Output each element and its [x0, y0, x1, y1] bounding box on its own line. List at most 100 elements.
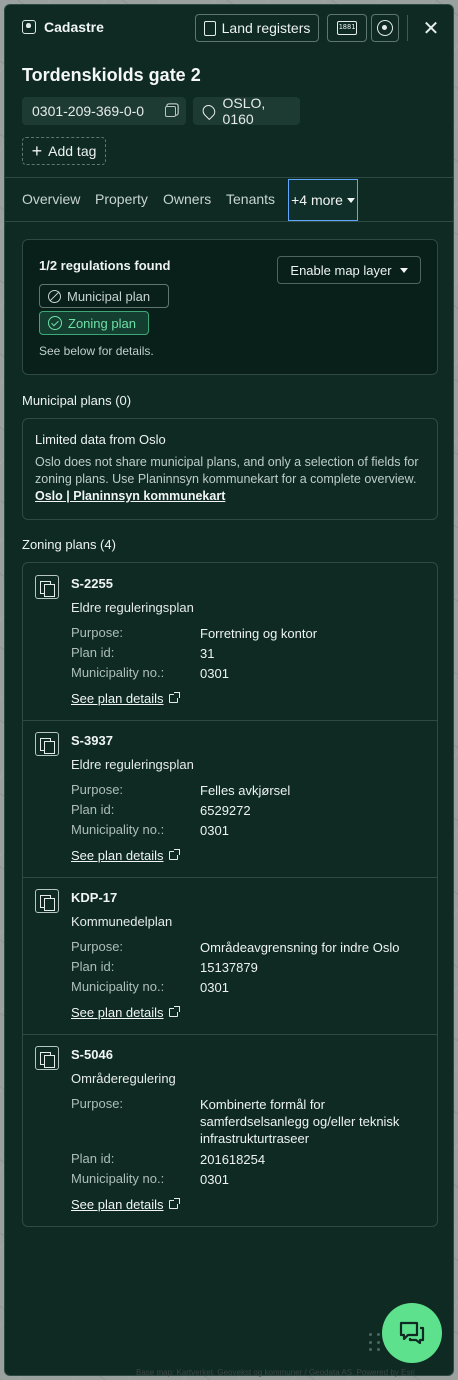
see-plan-details-link[interactable]: See plan details [71, 848, 180, 863]
limited-data-notice: Limited data from Oslo Oslo does not sha… [22, 418, 438, 520]
chat-button[interactable] [382, 1303, 442, 1363]
plan-id-value: 201618254 [200, 1152, 266, 1167]
cadastral-map-button[interactable]: 1881 [327, 14, 367, 42]
plus-icon: + [31, 141, 43, 161]
plan-type: Eldre reguleringsplan [71, 600, 194, 615]
regulations-summary-card: 1/2 regulations found Enable map layer M… [22, 239, 438, 375]
documents-icon [35, 1046, 59, 1070]
panel-header: Cadastre Land registers 1881 ✕ [5, 5, 453, 51]
tab-more[interactable]: +4 more [288, 179, 358, 221]
map-layer-label: Enable map layer [290, 262, 392, 278]
not-found-icon [48, 289, 61, 303]
enable-map-layer-button[interactable]: Enable map layer [277, 256, 421, 284]
municipality-label: Municipality no.: [71, 979, 165, 994]
see-plan-details-link[interactable]: See plan details [71, 1005, 180, 1020]
tabs-divider-top [5, 177, 453, 178]
plan-code: S-2255 [71, 576, 113, 591]
see-plan-details-label: See plan details [71, 1197, 164, 1212]
close-button[interactable]: ✕ [419, 16, 443, 40]
postal-chip[interactable]: OSLO, 0160 [193, 95, 300, 127]
regulations-found-text: 1/2 regulations found [39, 258, 171, 273]
tab-tenants[interactable]: Tenants [226, 191, 275, 207]
documents-icon [35, 575, 59, 599]
drag-handle[interactable] [369, 1333, 381, 1353]
tab-property[interactable]: Property [95, 191, 148, 207]
tab-more-label: +4 more [291, 192, 343, 208]
plan-id-label: Plan id: [71, 959, 115, 974]
notice-text: Oslo does not share municipal plans, and… [35, 455, 419, 486]
tab-overview[interactable]: Overview [22, 191, 80, 207]
map-attribution: Base map: Kartverket, Geovekst og kommun… [136, 1368, 415, 1377]
plan-type: Områderegulering [71, 1071, 176, 1086]
purpose-value: Felles avkjørsel [200, 783, 291, 798]
property-id-chip[interactable]: 0301-209-369-0-0 [22, 97, 186, 125]
add-tag-label: Add tag [48, 143, 97, 159]
zoning-plan-item: S-3937 Eldre reguleringsplan Purpose: Fe… [23, 720, 437, 877]
property-id: 0301-209-369-0-0 [32, 103, 145, 119]
tab-owners[interactable]: Owners [163, 191, 211, 207]
zoning-plans-heading: Zoning plans (4) [22, 537, 116, 552]
plan-id-label: Plan id: [71, 645, 115, 660]
plan-code: S-3937 [71, 733, 113, 748]
purpose-label: Purpose: [71, 625, 124, 640]
cadastral-map-icon: 1881 [337, 21, 357, 35]
municipal-plan-badge: Municipal plan [39, 284, 169, 308]
plan-id-value: 31 [200, 646, 215, 661]
zoning-plan-item: S-5046 Områderegulering Purpose: Kombine… [23, 1034, 437, 1226]
chat-icon [399, 1321, 425, 1345]
plan-type: Eldre reguleringsplan [71, 757, 194, 772]
municipality-label: Municipality no.: [71, 665, 165, 680]
purpose-label: Purpose: [71, 782, 124, 797]
see-plan-details-label: See plan details [71, 1005, 164, 1020]
municipality-value: 0301 [200, 823, 229, 838]
copy-icon[interactable] [165, 105, 176, 117]
plan-id-value: 15137879 [200, 960, 258, 975]
zoning-plan-item: KDP-17 Kommunedelplan Purpose: Områdeavg… [23, 877, 437, 1034]
locate-button[interactable] [371, 14, 399, 42]
planinnsyn-link[interactable]: Oslo | Planinnsyn kommunekart [35, 489, 225, 503]
add-tag-button[interactable]: + Add tag [22, 137, 106, 165]
municipality-value: 0301 [200, 666, 229, 681]
see-plan-details-label: See plan details [71, 848, 164, 863]
land-registers-label: Land registers [221, 20, 311, 36]
purpose-label: Purpose: [71, 1096, 124, 1111]
cadastre-icon [22, 20, 36, 34]
see-plan-details-label: See plan details [71, 691, 164, 706]
external-link-icon [168, 849, 180, 860]
zoning-plan-item: S-2255 Eldre reguleringsplan Purpose: Fo… [23, 563, 437, 720]
external-link-icon [168, 1006, 180, 1017]
municipality-value: 0301 [200, 980, 229, 995]
see-plan-details-link[interactable]: See plan details [71, 691, 180, 706]
land-registers-button[interactable]: Land registers [195, 14, 319, 42]
location-pin-icon [200, 102, 218, 120]
municipal-plans-heading: Municipal plans (0) [22, 393, 132, 408]
documents-icon [35, 732, 59, 756]
municipal-plan-badge-label: Municipal plan [67, 288, 151, 304]
app-name: Cadastre [44, 19, 104, 35]
see-plan-details-link[interactable]: See plan details [71, 1197, 180, 1212]
app-brand: Cadastre [22, 19, 104, 35]
notice-title: Limited data from Oslo [35, 432, 166, 447]
postal-address: OSLO, 0160 [222, 95, 266, 127]
target-icon [377, 20, 393, 36]
header-divider [407, 15, 408, 41]
chevron-down-icon [346, 197, 355, 203]
zoning-plan-badge-label: Zoning plan [68, 315, 136, 331]
plan-code: S-5046 [71, 1047, 113, 1062]
municipality-label: Municipality no.: [71, 822, 165, 837]
tabs-divider-bottom [5, 221, 453, 222]
purpose-value: Kombinerte formål for samferdselsanlegg … [200, 1097, 400, 1146]
property-title: Tordenskiolds gate 2 [22, 65, 201, 85]
plan-id-label: Plan id: [71, 1151, 115, 1166]
purpose-label: Purpose: [71, 939, 124, 954]
plan-id-label: Plan id: [71, 802, 115, 817]
plan-code: KDP-17 [71, 890, 118, 905]
purpose-value: Forretning og kontor [200, 626, 318, 641]
close-icon: ✕ [422, 17, 440, 40]
check-circle-icon [48, 316, 62, 330]
book-icon [203, 20, 216, 36]
property-panel: Cadastre Land registers 1881 ✕ Tordenski… [4, 4, 454, 1376]
zoning-plan-badge: Zoning plan [39, 311, 149, 335]
regulations-note: See below for details. [39, 344, 154, 358]
external-link-icon [168, 692, 180, 703]
